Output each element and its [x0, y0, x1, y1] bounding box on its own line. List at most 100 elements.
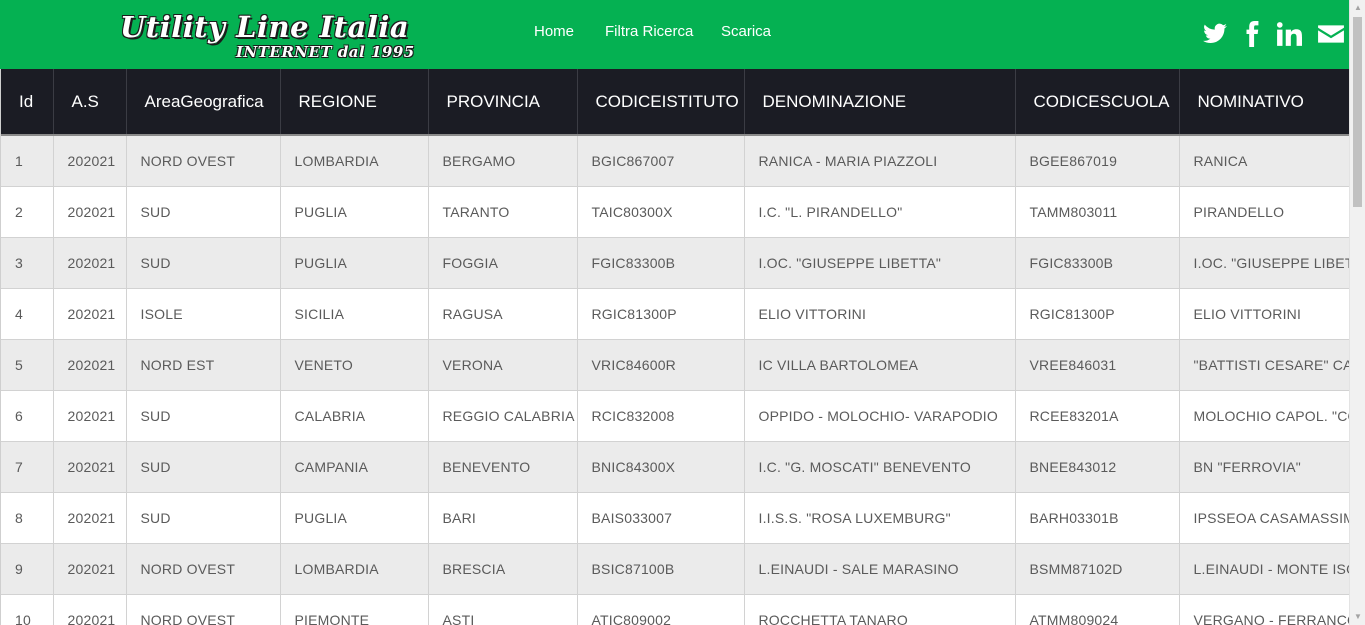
- table-cell: PIRANDELLO: [1178, 186, 1349, 238]
- column-header-denominazione[interactable]: DENOMINAZIONE: [743, 69, 1015, 136]
- table-cell: L.EINAUDI - SALE MARASINO: [743, 543, 1015, 595]
- table-cell: I.C. "L. PIRANDELLO": [743, 186, 1015, 238]
- table-cell: 8: [1, 492, 53, 544]
- table-row[interactable]: 5 202021 NORD EST VENETO VERONA VRIC84600R IC …: [1, 339, 1349, 391]
- scroll-down-arrow-icon[interactable]: ▼: [1350, 609, 1365, 625]
- table-cell: NORD EST: [125, 339, 280, 391]
- table-cell: PUGLIA: [279, 186, 428, 238]
- table-cell: VERGANO - FERRANCO: [1178, 594, 1349, 625]
- table-cell: CAMPANIA: [279, 441, 428, 493]
- table-row[interactable]: 7 202021 SUD CAMPANIA BENEVENTO BNIC84300X I.C…: [1, 441, 1349, 493]
- table-cell: NORD OVEST: [125, 135, 280, 187]
- column-header-as[interactable]: A.S: [52, 69, 126, 136]
- table-cell: ASTI: [427, 594, 577, 625]
- scroll-up-arrow-icon[interactable]: ▲: [1350, 0, 1365, 16]
- table-cell: NORD OVEST: [125, 594, 280, 625]
- table-cell: SUD: [125, 186, 280, 238]
- twitter-icon[interactable]: [1202, 21, 1228, 47]
- column-header-areageografica[interactable]: AreaGeografica: [125, 69, 280, 136]
- table-cell: TARANTO: [427, 186, 577, 238]
- table-cell: 202021: [52, 594, 126, 625]
- table-row[interactable]: 4 202021 ISOLE SICILIA RAGUSA RGIC81300P ELIO …: [1, 288, 1349, 340]
- table-cell: 202021: [52, 135, 126, 187]
- column-header-codiceistituto[interactable]: CODICEISTITUTO: [576, 69, 744, 136]
- table-cell: ATMM809024: [1014, 594, 1179, 625]
- table-cell: ISOLE: [125, 288, 280, 340]
- table-cell: BSMM87102D: [1014, 543, 1179, 595]
- table-cell: I.OC. "GIUSEPPE LIBETTA": [1178, 237, 1349, 289]
- table-cell: 5: [1, 339, 53, 391]
- table-row[interactable]: 10 202021 NORD OVEST PIEMONTE ASTI ATIC809002…: [1, 594, 1349, 625]
- table-cell: "BATTISTI CESARE" CASTAGNARO: [1178, 339, 1349, 391]
- table-cell: OPPIDO - MOLOCHIO- VARAPODIO: [743, 390, 1015, 442]
- table-cell: BN "FERROVIA": [1178, 441, 1349, 493]
- nav-filtra-ricerca-link[interactable]: Filtra Ricerca: [605, 23, 693, 40]
- table-cell: ELIO VITTORINI: [743, 288, 1015, 340]
- table-row[interactable]: 6 202021 SUD CALABRIA REGGIO CALABRIA RCIC832…: [1, 390, 1349, 442]
- table-cell: VRIC84600R: [576, 339, 744, 391]
- column-header-codicescuola[interactable]: CODICESCUOLA: [1014, 69, 1179, 136]
- table-cell: BENEVENTO: [427, 441, 577, 493]
- table-cell: FGIC83300B: [576, 237, 744, 289]
- table-cell: BGEE867019: [1014, 135, 1179, 187]
- table-row[interactable]: 2 202021 SUD PUGLIA TARANTO TAIC80300X I.C. "L…: [1, 186, 1349, 238]
- column-header-nominativo[interactable]: NOMINATIVO: [1178, 69, 1349, 136]
- table-cell: BNEE843012: [1014, 441, 1179, 493]
- table-cell: 9: [1, 543, 53, 595]
- table-cell: TAMM803011: [1014, 186, 1179, 238]
- table-cell: IPSSEOA CASAMASSIMA: [1178, 492, 1349, 544]
- table-row[interactable]: 8 202021 SUD PUGLIA BARI BAIS033007 I.I.S.S. "…: [1, 492, 1349, 544]
- table-cell: VENETO: [279, 339, 428, 391]
- table-cell: BSIC87100B: [576, 543, 744, 595]
- table-cell: IC VILLA BARTOLOMEA: [743, 339, 1015, 391]
- vertical-scrollbar[interactable]: ▲ ▼: [1349, 0, 1365, 625]
- table-row[interactable]: 9 202021 NORD OVEST LOMBARDIA BRESCIA BSIC871…: [1, 543, 1349, 595]
- table-row[interactable]: 1 202021 NORD OVEST LOMBARDIA BERGAMO BGIC867…: [1, 135, 1349, 187]
- table-cell: SUD: [125, 390, 280, 442]
- results-table-container[interactable]: Id A.S AreaGeografica REGIONE PROVINCIA …: [0, 69, 1349, 625]
- logo-tagline: INTERNET dal 1995: [236, 43, 415, 61]
- table-cell: PIEMONTE: [279, 594, 428, 625]
- table-cell: 202021: [52, 339, 126, 391]
- facebook-icon[interactable]: [1240, 21, 1266, 47]
- table-cell: BARH03301B: [1014, 492, 1179, 544]
- table-cell: BRESCIA: [427, 543, 577, 595]
- scrollbar-thumb[interactable]: [1353, 17, 1362, 207]
- table-cell: 1: [1, 135, 53, 187]
- table-cell: NORD OVEST: [125, 543, 280, 595]
- table-cell: 6: [1, 390, 53, 442]
- table-cell: RAGUSA: [427, 288, 577, 340]
- table-body: 1 202021 NORD OVEST LOMBARDIA BERGAMO BGIC867…: [1, 135, 1349, 625]
- logo-title: Utility Line Italia: [120, 10, 410, 44]
- site-logo[interactable]: Utility Line Italia INTERNET dal 1995: [120, 10, 414, 64]
- envelope-icon[interactable]: [1317, 21, 1345, 47]
- column-header-id[interactable]: Id: [1, 69, 53, 136]
- column-header-provincia[interactable]: PROVINCIA: [427, 69, 577, 136]
- table-cell: I.I.S.S. "ROSA LUXEMBURG": [743, 492, 1015, 544]
- linkedin-icon[interactable]: [1276, 21, 1302, 47]
- column-header-regione[interactable]: REGIONE: [279, 69, 428, 136]
- table-cell: VREE846031: [1014, 339, 1179, 391]
- table-cell: RGIC81300P: [576, 288, 744, 340]
- table-cell: LOMBARDIA: [279, 543, 428, 595]
- table-cell: FOGGIA: [427, 237, 577, 289]
- table-row[interactable]: 3 202021 SUD PUGLIA FOGGIA FGIC83300B I.OC. "G…: [1, 237, 1349, 289]
- table-cell: 202021: [52, 390, 126, 442]
- nav-home-link[interactable]: Home: [534, 23, 574, 40]
- table-cell: MOLOCHIO CAPOL. "CORRADO ALVARO": [1178, 390, 1349, 442]
- table-cell: 3: [1, 237, 53, 289]
- nav-scarica-link[interactable]: Scarica: [721, 23, 771, 40]
- table-cell: 202021: [52, 441, 126, 493]
- table-cell: RCEE83201A: [1014, 390, 1179, 442]
- table-cell: CALABRIA: [279, 390, 428, 442]
- table-cell: SUD: [125, 441, 280, 493]
- table-cell: PUGLIA: [279, 492, 428, 544]
- table-cell: 2: [1, 186, 53, 238]
- table-cell: REGGIO CALABRIA: [427, 390, 577, 442]
- table-cell: TAIC80300X: [576, 186, 744, 238]
- table-cell: 7: [1, 441, 53, 493]
- table-cell: BGIC867007: [576, 135, 744, 187]
- table-cell: BERGAMO: [427, 135, 577, 187]
- table-cell: ATIC809002: [576, 594, 744, 625]
- table-cell: RANICA - MARIA PIAZZOLI: [743, 135, 1015, 187]
